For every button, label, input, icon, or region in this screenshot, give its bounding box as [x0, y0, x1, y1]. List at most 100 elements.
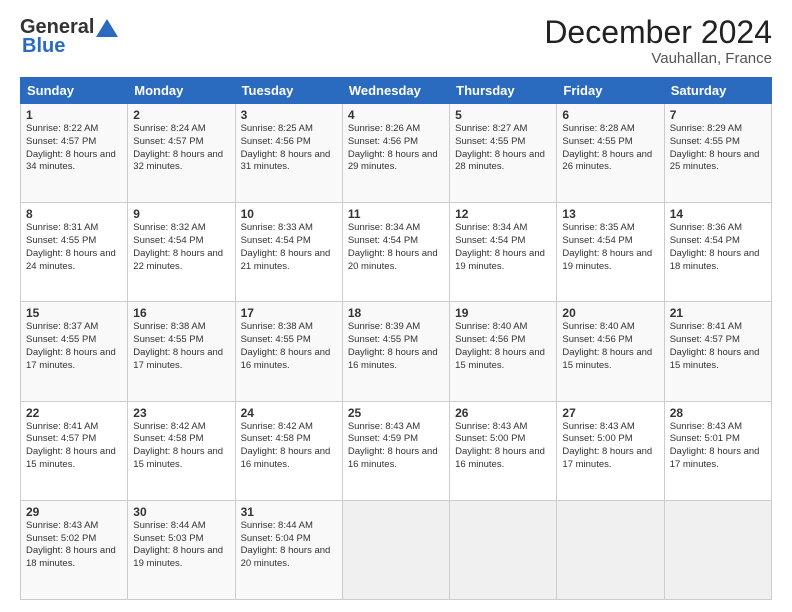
day-number: 7 [670, 108, 766, 122]
sunrise: Sunrise: 8:36 AM [670, 222, 742, 233]
day-cell: 21 Sunrise: 8:41 AM Sunset: 4:57 PM Dayl… [664, 302, 771, 401]
day-number: 13 [562, 207, 658, 221]
sunset: Sunset: 4:59 PM [348, 433, 418, 444]
page: General Blue December 2024 Vauhallan, Fr… [0, 0, 792, 612]
sunrise: Sunrise: 8:40 AM [562, 321, 634, 332]
week-row-1: 1 Sunrise: 8:22 AM Sunset: 4:57 PM Dayli… [21, 104, 772, 203]
daylight: Daylight: 8 hours and 17 minutes. [26, 347, 116, 371]
sunset: Sunset: 4:56 PM [348, 136, 418, 147]
day-info: Sunrise: 8:28 AM Sunset: 4:55 PM Dayligh… [562, 123, 658, 174]
sunrise: Sunrise: 8:43 AM [26, 520, 98, 531]
day-number: 6 [562, 108, 658, 122]
day-number: 27 [562, 406, 658, 420]
day-cell: 10 Sunrise: 8:33 AM Sunset: 4:54 PM Dayl… [235, 203, 342, 302]
day-info: Sunrise: 8:39 AM Sunset: 4:55 PM Dayligh… [348, 321, 444, 372]
daylight: Daylight: 8 hours and 19 minutes. [562, 248, 652, 272]
sunset: Sunset: 4:54 PM [670, 235, 740, 246]
day-info: Sunrise: 8:43 AM Sunset: 5:02 PM Dayligh… [26, 520, 122, 571]
daylight: Daylight: 8 hours and 15 minutes. [562, 347, 652, 371]
day-info: Sunrise: 8:38 AM Sunset: 4:55 PM Dayligh… [241, 321, 337, 372]
daylight: Daylight: 8 hours and 28 minutes. [455, 149, 545, 173]
day-number: 29 [26, 505, 122, 519]
day-info: Sunrise: 8:38 AM Sunset: 4:55 PM Dayligh… [133, 321, 229, 372]
day-number: 2 [133, 108, 229, 122]
col-tuesday: Tuesday [235, 78, 342, 104]
day-info: Sunrise: 8:37 AM Sunset: 4:55 PM Dayligh… [26, 321, 122, 372]
day-cell: 18 Sunrise: 8:39 AM Sunset: 4:55 PM Dayl… [342, 302, 449, 401]
day-cell: 26 Sunrise: 8:43 AM Sunset: 5:00 PM Dayl… [450, 401, 557, 500]
col-saturday: Saturday [664, 78, 771, 104]
sunrise: Sunrise: 8:44 AM [133, 520, 205, 531]
sunrise: Sunrise: 8:43 AM [562, 421, 634, 432]
day-number: 23 [133, 406, 229, 420]
sunset: Sunset: 4:57 PM [133, 136, 203, 147]
day-info: Sunrise: 8:44 AM Sunset: 5:04 PM Dayligh… [241, 520, 337, 571]
day-cell: 17 Sunrise: 8:38 AM Sunset: 4:55 PM Dayl… [235, 302, 342, 401]
sunrise: Sunrise: 8:43 AM [455, 421, 527, 432]
day-cell [342, 500, 449, 599]
day-info: Sunrise: 8:32 AM Sunset: 4:54 PM Dayligh… [133, 222, 229, 273]
daylight: Daylight: 8 hours and 21 minutes. [241, 248, 331, 272]
daylight: Daylight: 8 hours and 16 minutes. [348, 347, 438, 371]
day-number: 14 [670, 207, 766, 221]
day-cell: 2 Sunrise: 8:24 AM Sunset: 4:57 PM Dayli… [128, 104, 235, 203]
sunrise: Sunrise: 8:31 AM [26, 222, 98, 233]
day-number: 19 [455, 306, 551, 320]
day-info: Sunrise: 8:31 AM Sunset: 4:55 PM Dayligh… [26, 222, 122, 273]
day-number: 28 [670, 406, 766, 420]
sunrise: Sunrise: 8:34 AM [455, 222, 527, 233]
day-cell: 31 Sunrise: 8:44 AM Sunset: 5:04 PM Dayl… [235, 500, 342, 599]
day-cell: 25 Sunrise: 8:43 AM Sunset: 4:59 PM Dayl… [342, 401, 449, 500]
day-number: 10 [241, 207, 337, 221]
day-number: 20 [562, 306, 658, 320]
daylight: Daylight: 8 hours and 17 minutes. [133, 347, 223, 371]
day-info: Sunrise: 8:33 AM Sunset: 4:54 PM Dayligh… [241, 222, 337, 273]
header-row: Sunday Monday Tuesday Wednesday Thursday… [21, 78, 772, 104]
daylight: Daylight: 8 hours and 32 minutes. [133, 149, 223, 173]
day-cell: 16 Sunrise: 8:38 AM Sunset: 4:55 PM Dayl… [128, 302, 235, 401]
daylight: Daylight: 8 hours and 29 minutes. [348, 149, 438, 173]
sunset: Sunset: 4:56 PM [455, 334, 525, 345]
day-cell: 6 Sunrise: 8:28 AM Sunset: 4:55 PM Dayli… [557, 104, 664, 203]
day-number: 24 [241, 406, 337, 420]
day-info: Sunrise: 8:43 AM Sunset: 5:01 PM Dayligh… [670, 421, 766, 472]
day-info: Sunrise: 8:34 AM Sunset: 4:54 PM Dayligh… [348, 222, 444, 273]
sunrise: Sunrise: 8:34 AM [348, 222, 420, 233]
day-info: Sunrise: 8:26 AM Sunset: 4:56 PM Dayligh… [348, 123, 444, 174]
week-row-4: 22 Sunrise: 8:41 AM Sunset: 4:57 PM Dayl… [21, 401, 772, 500]
daylight: Daylight: 8 hours and 17 minutes. [670, 446, 760, 470]
sunrise: Sunrise: 8:35 AM [562, 222, 634, 233]
sunset: Sunset: 4:57 PM [26, 433, 96, 444]
day-info: Sunrise: 8:43 AM Sunset: 5:00 PM Dayligh… [455, 421, 551, 472]
day-cell: 27 Sunrise: 8:43 AM Sunset: 5:00 PM Dayl… [557, 401, 664, 500]
sunset: Sunset: 4:54 PM [562, 235, 632, 246]
day-number: 30 [133, 505, 229, 519]
day-cell: 30 Sunrise: 8:44 AM Sunset: 5:03 PM Dayl… [128, 500, 235, 599]
daylight: Daylight: 8 hours and 20 minutes. [241, 545, 331, 569]
daylight: Daylight: 8 hours and 16 minutes. [241, 446, 331, 470]
sunrise: Sunrise: 8:37 AM [26, 321, 98, 332]
day-info: Sunrise: 8:41 AM Sunset: 4:57 PM Dayligh… [26, 421, 122, 472]
sunset: Sunset: 5:01 PM [670, 433, 740, 444]
calendar-title: December 2024 [544, 16, 772, 48]
header: General Blue December 2024 Vauhallan, Fr… [20, 16, 772, 67]
sunset: Sunset: 4:55 PM [670, 136, 740, 147]
day-info: Sunrise: 8:24 AM Sunset: 4:57 PM Dayligh… [133, 123, 229, 174]
sunrise: Sunrise: 8:42 AM [133, 421, 205, 432]
daylight: Daylight: 8 hours and 15 minutes. [26, 446, 116, 470]
logo-icon [96, 19, 118, 37]
day-info: Sunrise: 8:35 AM Sunset: 4:54 PM Dayligh… [562, 222, 658, 273]
day-number: 4 [348, 108, 444, 122]
day-info: Sunrise: 8:40 AM Sunset: 4:56 PM Dayligh… [562, 321, 658, 372]
sunset: Sunset: 4:54 PM [348, 235, 418, 246]
day-info: Sunrise: 8:41 AM Sunset: 4:57 PM Dayligh… [670, 321, 766, 372]
daylight: Daylight: 8 hours and 24 minutes. [26, 248, 116, 272]
day-cell: 13 Sunrise: 8:35 AM Sunset: 4:54 PM Dayl… [557, 203, 664, 302]
daylight: Daylight: 8 hours and 34 minutes. [26, 149, 116, 173]
day-cell: 19 Sunrise: 8:40 AM Sunset: 4:56 PM Dayl… [450, 302, 557, 401]
sunrise: Sunrise: 8:22 AM [26, 123, 98, 134]
sunrise: Sunrise: 8:29 AM [670, 123, 742, 134]
sunset: Sunset: 4:58 PM [241, 433, 311, 444]
day-info: Sunrise: 8:43 AM Sunset: 4:59 PM Dayligh… [348, 421, 444, 472]
day-cell: 20 Sunrise: 8:40 AM Sunset: 4:56 PM Dayl… [557, 302, 664, 401]
